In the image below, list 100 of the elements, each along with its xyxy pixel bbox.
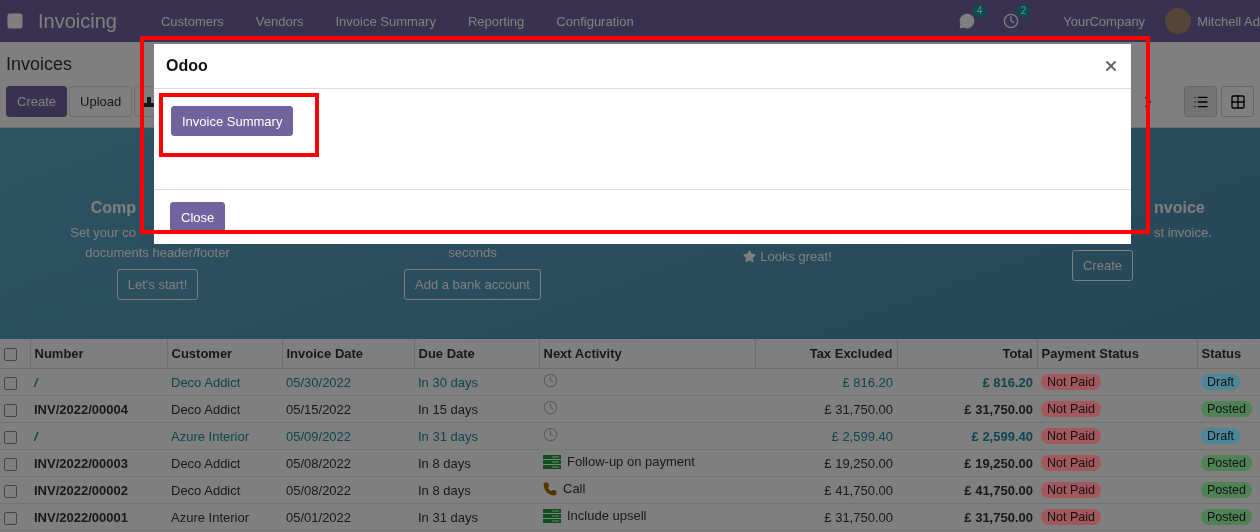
table-cell: In 8 days	[414, 476, 539, 504]
table-cell: 05/08/2022	[282, 449, 414, 477]
payment-status-tag: Not Paid	[1041, 482, 1101, 498]
table-cell: Deco Addict	[167, 368, 282, 396]
select-all-checkbox[interactable]	[4, 348, 17, 362]
table-cell: 05/30/2022	[282, 368, 414, 396]
step-description: st invoice.	[1154, 224, 1212, 242]
step-description: Set your co	[69, 224, 136, 242]
table-cell: £ 31,750.00	[755, 503, 897, 531]
row-checkbox[interactable]	[4, 511, 17, 525]
step-title: nvoice	[1154, 198, 1205, 218]
payment-status-tag: Not Paid	[1041, 401, 1101, 417]
table-cell: 05/15/2022	[282, 395, 414, 423]
user-avatar[interactable]	[1165, 8, 1192, 34]
menu-item[interactable]: Customers	[160, 13, 224, 29]
message-count: 4	[973, 5, 986, 17]
status-tag: Posted	[1201, 509, 1252, 525]
row-checkbox[interactable]	[4, 376, 17, 390]
todo-icon	[543, 508, 561, 523]
payment-status-tag: Not Paid	[1041, 428, 1101, 444]
table-cell: Deco Addict	[167, 449, 282, 477]
step-action-button[interactable]: Create	[1072, 250, 1133, 281]
table-cell: £ 31,750.00	[897, 395, 1037, 423]
column-header[interactable]: Invoice Date	[282, 339, 414, 369]
payment-status-tag: Not Paid	[1041, 509, 1101, 525]
column-header[interactable]: Number	[30, 339, 167, 369]
grid-icon	[1229, 93, 1246, 110]
step-description: documents header/footer	[85, 244, 230, 262]
close-x-icon	[1103, 58, 1119, 74]
table-cell: £ 31,750.00	[755, 395, 897, 423]
dialog-title: Odoo	[166, 57, 208, 75]
clock-icon[interactable]	[543, 427, 558, 442]
column-header[interactable]: Payment Status	[1037, 339, 1197, 369]
step-done-text: Looks great!	[760, 249, 832, 264]
table-cell: In 15 days	[414, 395, 539, 423]
page-title: Invoices	[6, 53, 73, 75]
status-tag: Draft	[1201, 374, 1241, 390]
column-header[interactable]: Due Date	[414, 339, 539, 369]
table-cell: £ 2,599.40	[897, 422, 1037, 450]
table-cell: In 31 days	[414, 503, 539, 531]
step-action-button[interactable]: Add a bank account	[404, 269, 541, 300]
list-view-button[interactable]	[1184, 86, 1217, 117]
column-header[interactable]: Next Activity	[539, 339, 755, 369]
menu-item[interactable]: Configuration	[556, 13, 634, 29]
payment-status-tag: Not Paid	[1041, 455, 1101, 471]
column-header[interactable]: Status	[1197, 339, 1260, 369]
column-header[interactable]: Customer	[167, 339, 282, 369]
table-cell: In 31 days	[414, 422, 539, 450]
app-name[interactable]: Invoicing	[38, 9, 117, 33]
chat-icon[interactable]	[959, 13, 976, 29]
clock-icon[interactable]	[543, 400, 558, 415]
user-name[interactable]: Mitchell Ad	[1197, 13, 1260, 29]
table-cell: Azure Interior	[167, 503, 282, 531]
invoice-summary-button[interactable]: Invoice Summary	[171, 106, 294, 136]
phone-icon	[543, 481, 557, 496]
close-icon[interactable]	[1103, 58, 1119, 74]
activity-text: Follow-up on payment	[567, 454, 695, 470]
table-cell: 05/08/2022	[282, 476, 414, 504]
apps-menu-icon[interactable]	[6, 12, 24, 30]
create-button[interactable]: Create	[6, 86, 68, 117]
row-checkbox[interactable]	[4, 430, 17, 444]
menu-item[interactable]: Vendors	[255, 13, 304, 29]
row-checkbox[interactable]	[4, 403, 17, 417]
status-tag: Posted	[1201, 401, 1252, 417]
table-cell: INV/2022/00003	[30, 449, 167, 477]
menu-item[interactable]: Invoice Summary	[335, 13, 436, 29]
activity-count: 2	[1017, 5, 1030, 17]
table-cell: £ 816.20	[755, 368, 897, 396]
download-icon	[144, 96, 155, 107]
upload-button[interactable]: Upload	[69, 86, 133, 117]
table-cell: /	[30, 368, 167, 396]
company-name[interactable]: YourCompany	[1063, 13, 1146, 29]
table-cell: £ 2,599.40	[755, 422, 897, 450]
table-cell: INV/2022/00002	[30, 476, 167, 504]
table-cell: £ 19,250.00	[755, 449, 897, 477]
table-cell: In 30 days	[414, 368, 539, 396]
table-cell: £ 41,750.00	[897, 476, 1037, 504]
table-cell: Azure Interior	[167, 422, 282, 450]
table-cell: /	[30, 422, 167, 450]
row-checkbox[interactable]	[4, 484, 17, 498]
clock-icon[interactable]	[543, 373, 558, 388]
column-header[interactable]: Tax Excluded	[755, 339, 897, 369]
kanban-view-button[interactable]	[1221, 86, 1254, 117]
menu-item[interactable]: Reporting	[467, 13, 525, 29]
row-checkbox[interactable]	[4, 457, 17, 471]
table-cell: £ 19,250.00	[897, 449, 1037, 477]
status-tag: Posted	[1201, 455, 1252, 471]
step-title: Comp	[89, 198, 136, 218]
activity-text: Include upsell	[567, 508, 647, 524]
table-cell: Deco Addict	[167, 476, 282, 504]
table-cell: Deco Addict	[167, 395, 282, 423]
column-header[interactable]: Total	[897, 339, 1037, 369]
payment-status-tag: Not Paid	[1041, 374, 1101, 390]
close-button[interactable]: Close	[170, 202, 226, 232]
table-cell: £ 41,750.00	[755, 476, 897, 504]
table-cell: 05/01/2022	[282, 503, 414, 531]
table-cell: 05/09/2022	[282, 422, 414, 450]
status-tag: Posted	[1201, 482, 1252, 498]
step-action-button[interactable]: Let's start!	[116, 269, 199, 300]
table-cell: £ 816.20	[897, 368, 1037, 396]
